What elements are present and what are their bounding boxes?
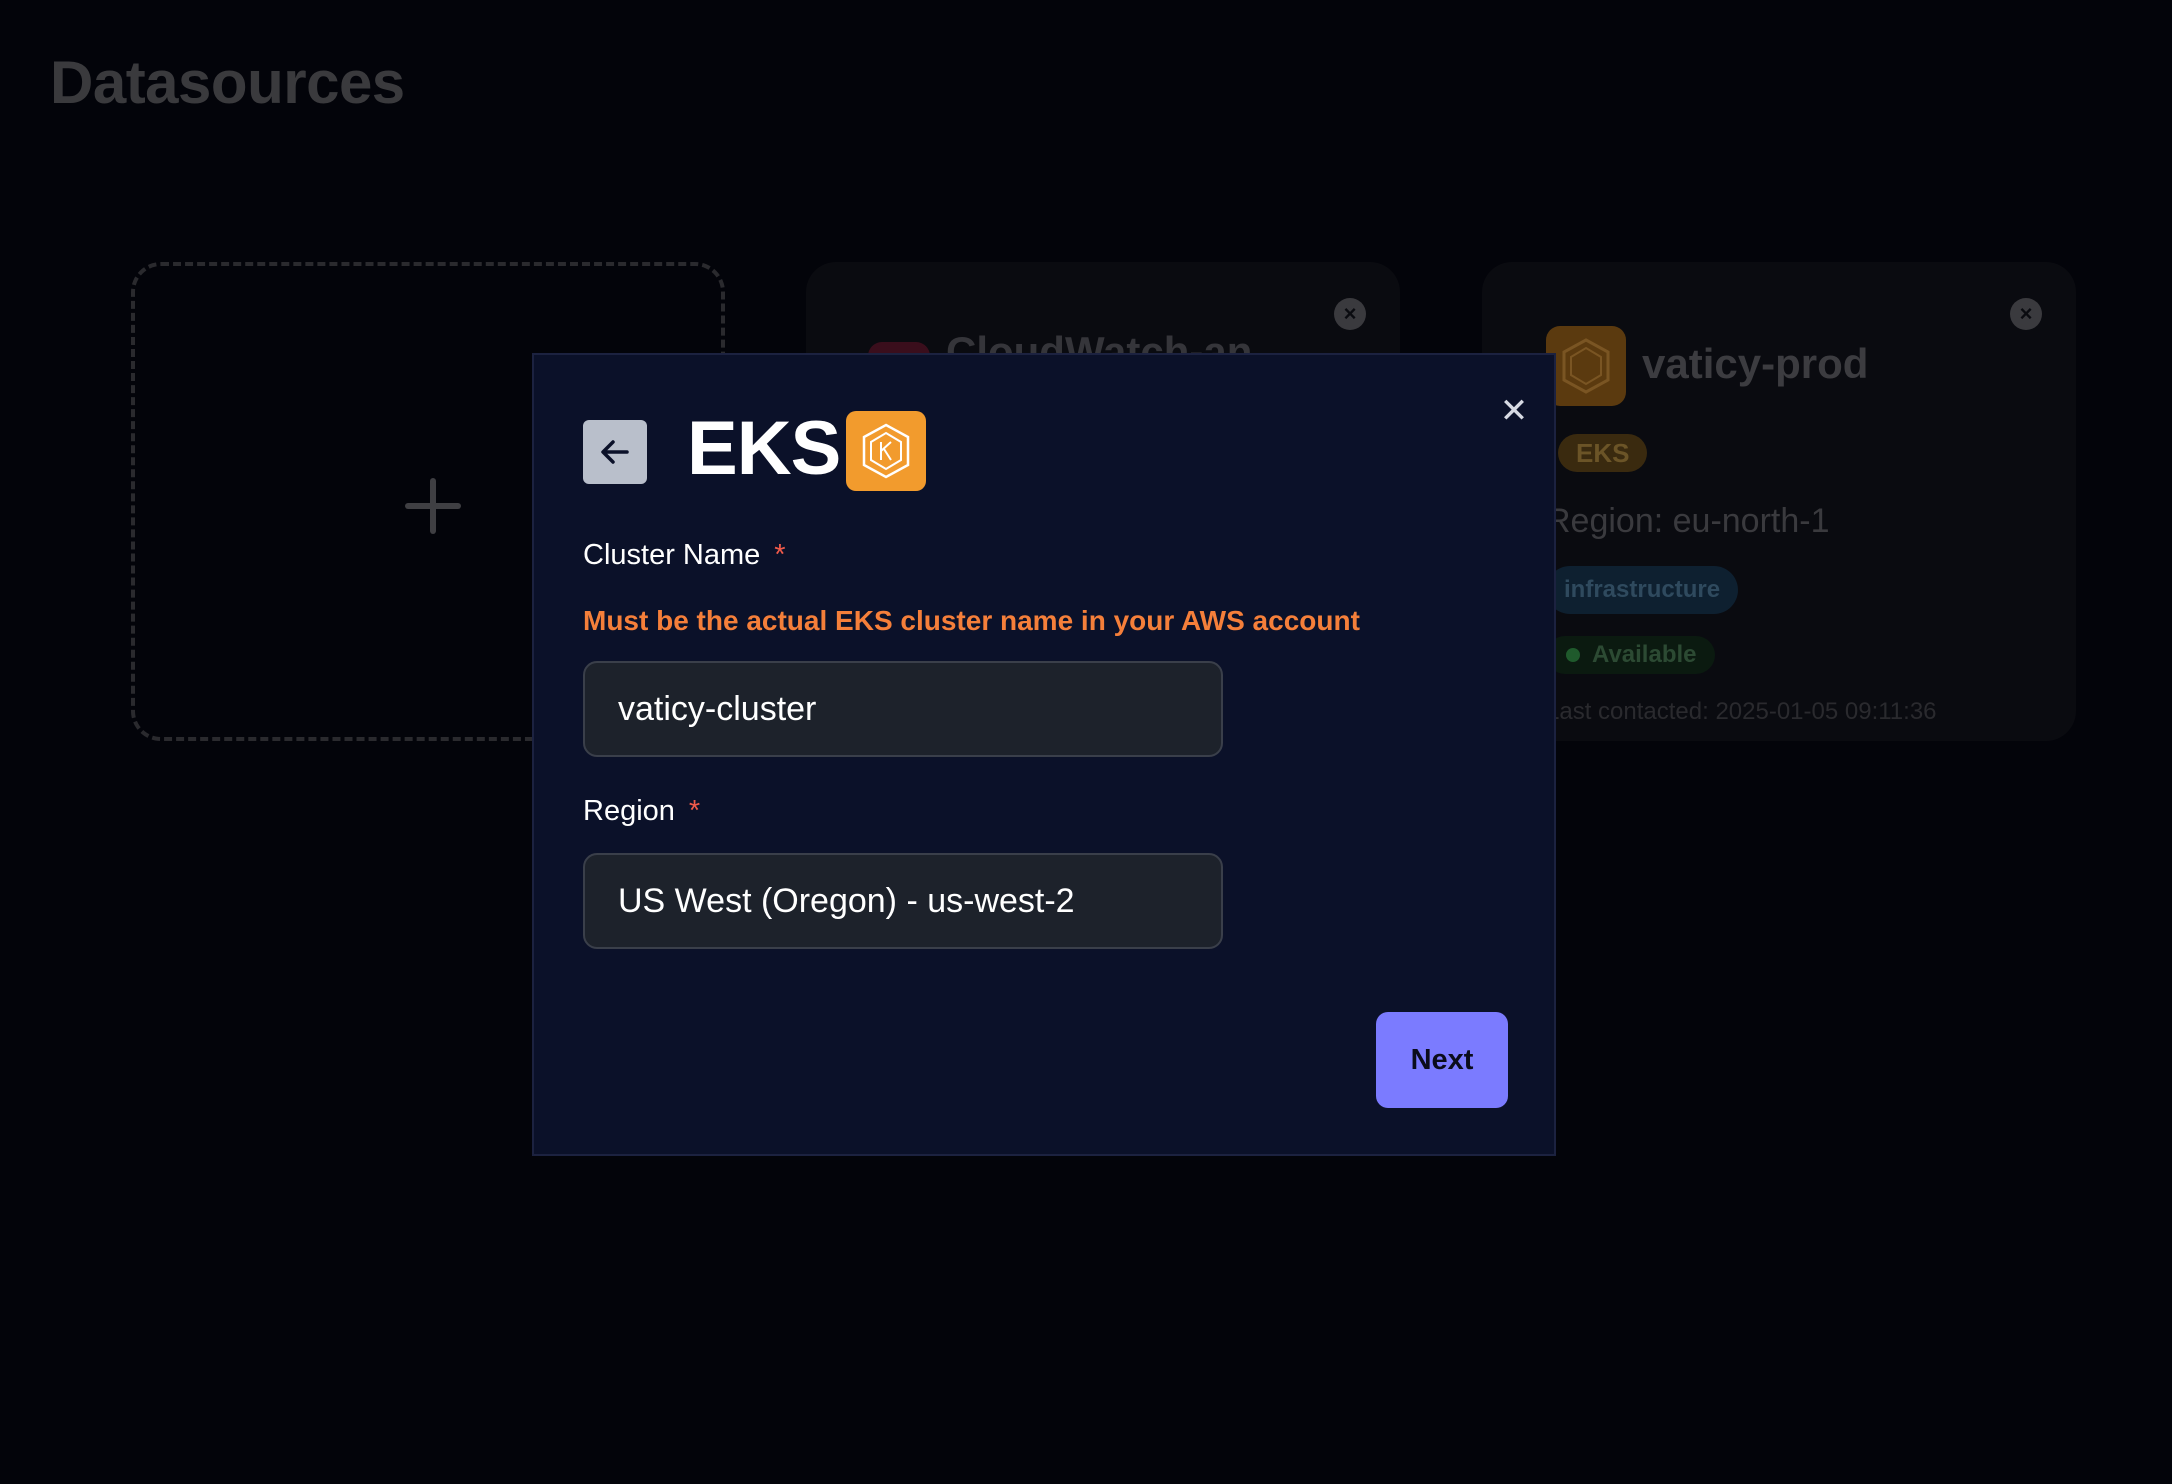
status-dot-icon <box>1566 648 1580 662</box>
status-text: Available <box>1592 641 1697 668</box>
eks-logo-icon <box>846 411 926 491</box>
required-mark: * <box>774 539 786 571</box>
close-icon[interactable]: ✕ <box>1494 391 1534 431</box>
datasource-name: vaticy-prod <box>1642 340 1869 387</box>
required-mark: * <box>688 795 701 827</box>
remove-datasource-icon[interactable]: × <box>2010 298 2042 330</box>
region-label-text: Region <box>583 795 675 827</box>
region-text: Region: eu-north-1 <box>1546 502 1830 540</box>
arrow-left-icon <box>601 440 629 464</box>
add-eks-datasource-modal: ✕ EKS Cluster Name * Must be the actual E… <box>532 353 1556 1156</box>
datasources-page: Datasources × CloudWatch-an × vaticy-pro… <box>0 0 2172 1484</box>
type-badge: EKS <box>1558 434 1648 472</box>
plus-icon <box>405 478 461 534</box>
modal-title: EKS <box>687 406 841 491</box>
tag-badge: infrastructure <box>1546 566 1739 614</box>
cluster-name-label: Cluster Name * <box>583 539 786 572</box>
remove-datasource-icon[interactable]: × <box>1334 298 1366 330</box>
region-select[interactable]: US West (Oregon) - us-west-2 <box>583 853 1223 949</box>
datasource-card-eks[interactable]: × vaticy-prod EKS Region: eu-north-1 inf… <box>1482 262 2076 741</box>
cluster-name-label-text: Cluster Name <box>583 539 761 571</box>
region-label: Region * <box>583 795 700 828</box>
cluster-name-input[interactable]: vaticy-cluster <box>583 661 1223 757</box>
back-button[interactable] <box>583 420 647 484</box>
cluster-name-hint: Must be the actual EKS cluster name in y… <box>583 605 1360 636</box>
last-contacted-text: Last contacted: 2025-01-05 09:11:36 <box>1546 698 1937 725</box>
eks-logo-icon <box>1546 326 1626 406</box>
status-badge: Available <box>1546 636 1715 674</box>
page-title: Datasources <box>50 49 405 116</box>
next-button[interactable]: Next <box>1376 1012 1508 1108</box>
